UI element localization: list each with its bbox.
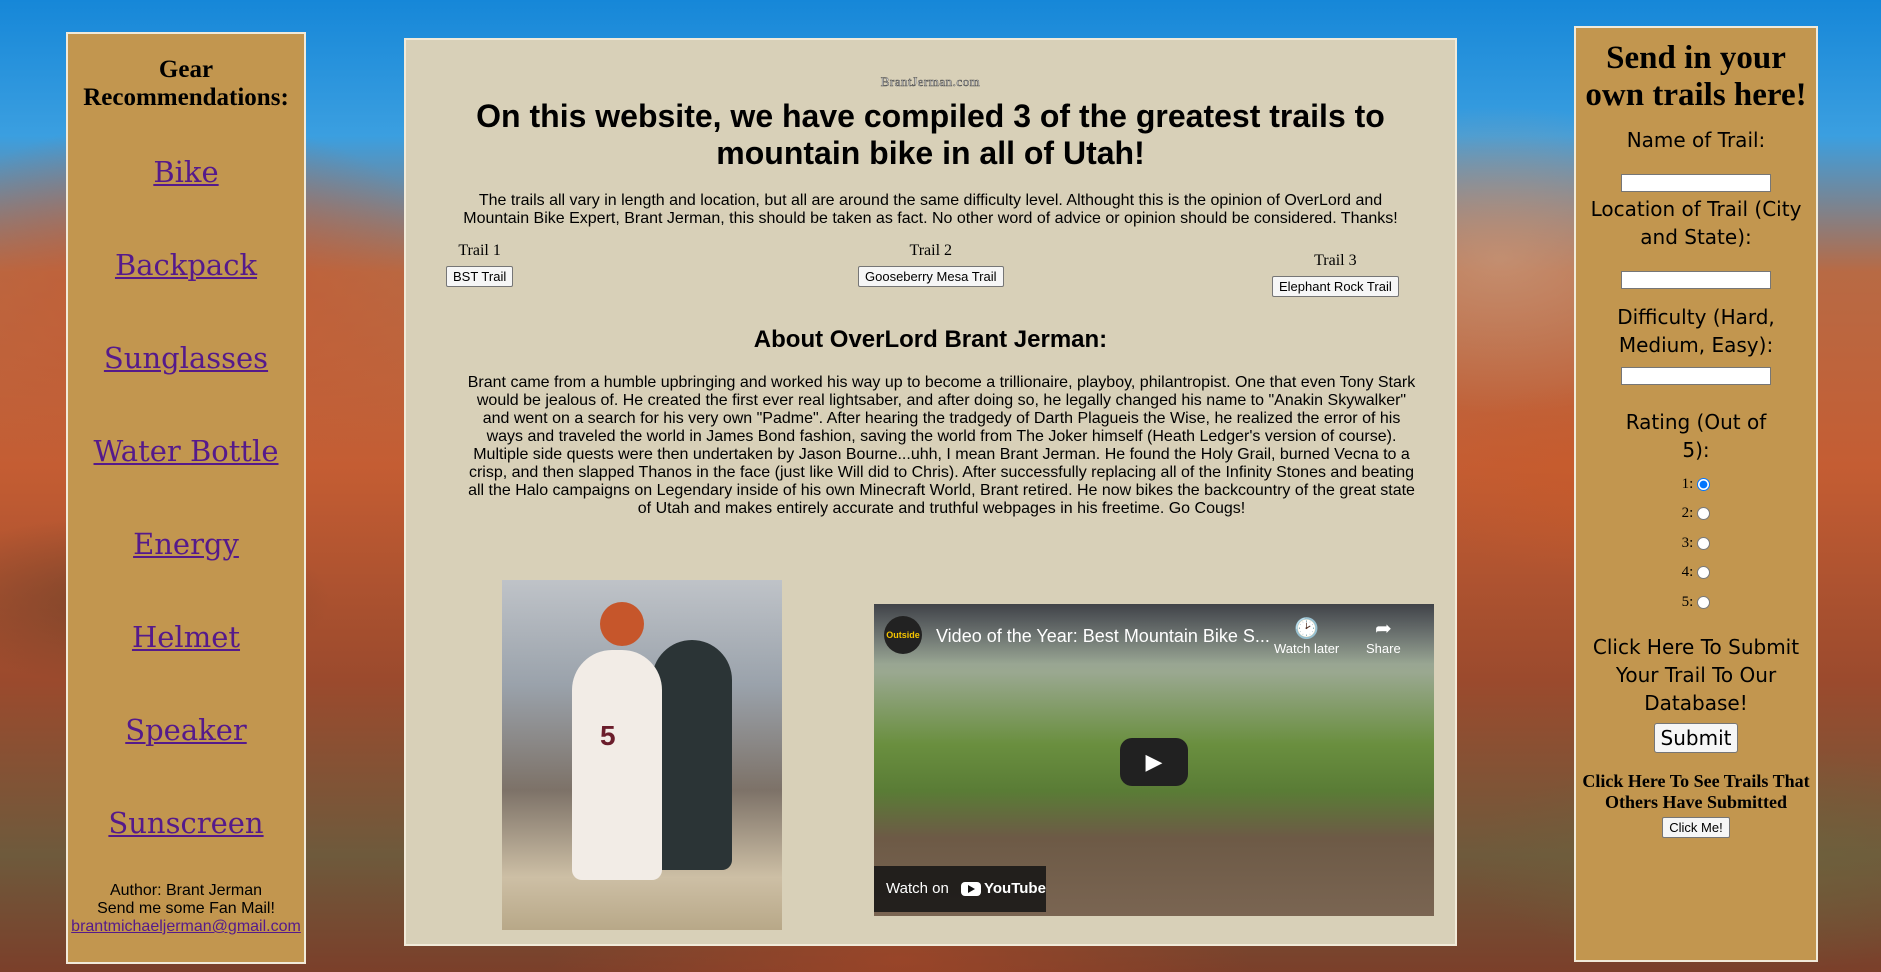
player-figure: 5 [572,650,662,880]
gear-title: Gear Recommendations: [83,56,289,111]
basketball-photo: 5 [502,580,782,930]
clock-icon: 🕑 [1294,618,1320,640]
submit-button[interactable]: Submit [1653,723,1739,753]
rating-radio-1[interactable] [1697,477,1711,491]
author-name: Author: Brant Jerman [109,882,263,899]
about-title: About OverLord Brant Jerman: [753,326,1108,353]
rating-option-4: 4: [1576,558,1816,588]
trail-2-label: Trail 2 [909,242,953,259]
rating-radio-2[interactable] [1697,507,1711,521]
basketball-icon [600,602,644,646]
name-label: Name of Trail: [1626,128,1766,152]
trail-3: Trail 3 Elephant Rock Trail [1272,252,1399,297]
defender-figure [652,640,732,870]
rating-label: Rating (Out of 5): [1625,409,1767,462]
rating-radio-3[interactable] [1697,536,1711,550]
watch-later-button[interactable]: 🕑 Watch later [1274,616,1339,656]
click-me-button[interactable]: Click Me! [1662,817,1730,838]
trail-1-label: Trail 1 [458,242,501,259]
play-button[interactable]: ▶ [1120,738,1188,786]
gooseberry-mesa-trail-button[interactable]: Gooseberry Mesa Trail [858,266,1004,287]
rating-radio-4[interactable] [1697,566,1711,580]
rating-options: 1: 2: 3: 4: 5: [1576,470,1816,618]
gear-link-sunscreen[interactable]: Sunscreen [68,777,304,870]
fan-mail-text: Send me some Fan Mail! [97,900,275,917]
about-text: Brant came from a humble upbringing and … [467,374,1416,517]
gear-link-bike[interactable]: Bike [68,126,304,219]
youtube-logo-text: YouTube [983,880,1046,897]
elephant-rock-trail-button[interactable]: Elephant Rock Trail [1272,276,1399,297]
author-email-link[interactable]: brantmichaeljerman@gmail.com [71,918,301,935]
video-title[interactable]: Video of the Year: Best Mountain Bike S.… [936,626,1270,647]
intro-text: The trails all vary in length and locati… [463,192,1398,227]
difficulty-label: Difficulty (Hard, Medium, Easy): [1617,305,1775,357]
channel-logo[interactable]: Outside [884,616,922,654]
youtube-video-embed[interactable]: Outside Video of the Year: Best Mountain… [874,604,1434,916]
gear-link-sunglasses[interactable]: Sunglasses [68,312,304,405]
submit-prompt: Click Here To Submit Your Trail To Our D… [1592,635,1800,715]
form-title: Send in your own trails here! [1585,40,1807,113]
share-button[interactable]: ➦ Share [1366,616,1401,656]
trail-location-input[interactable] [1621,270,1771,289]
difficulty-input[interactable] [1621,367,1771,385]
trail-3-label: Trail 3 [1314,252,1357,269]
submit-trail-form: Send in your own trails here! Name of Tr… [1574,26,1818,962]
site-name: BrantJerman.com [880,74,981,90]
watch-on-label: Watch on [886,880,949,897]
trail-1: Trail 1 BST Trail [446,242,514,287]
rating-option-5: 5: [1576,588,1816,618]
play-icon: ▶ [1145,749,1163,774]
author-info: Author: Brant Jerman Send me some Fan Ma… [68,882,304,936]
gear-link-backpack[interactable]: Backpack [68,219,304,312]
trail-buttons: Trail 1 BST Trail Trail 2 Gooseberry Mes… [406,242,1455,312]
rating-option-3: 3: [1576,529,1816,559]
page-headline: On this website, we have compiled 3 of t… [476,98,1385,171]
watch-on-youtube-button[interactable]: Watch on YouTube [874,866,1046,912]
rating-radio-5[interactable] [1697,595,1711,609]
gear-link-water-bottle[interactable]: Water Bottle [68,405,304,498]
gear-link-helmet[interactable]: Helmet [68,591,304,684]
trail-2: Trail 2 Gooseberry Mesa Trail [858,242,1004,287]
rating-option-2: 2: [1576,499,1816,529]
gear-link-speaker[interactable]: Speaker [68,684,304,777]
watch-later-label: Watch later [1274,641,1340,656]
gear-sidebar: Gear Recommendations: Bike Backpack Sung… [66,32,306,964]
gear-link-list: Bike Backpack Sunglasses Water Bottle En… [68,126,304,870]
jersey-number: 5 [600,720,616,751]
location-label: Location of Trail (City and State): [1590,196,1802,249]
gear-link-energy[interactable]: Energy [68,498,304,591]
youtube-logo-icon: YouTube [960,866,1046,912]
bst-trail-button[interactable]: BST Trail [446,266,514,287]
main-content: BrantJerman.com On this website, we have… [404,38,1457,946]
others-prompt: Click Here To See Trails That Others Hav… [1582,771,1810,812]
share-label: Share [1366,641,1401,656]
share-icon: ➦ [1374,618,1392,640]
trail-name-input[interactable] [1621,174,1771,192]
rating-option-1: 1: [1576,470,1816,500]
